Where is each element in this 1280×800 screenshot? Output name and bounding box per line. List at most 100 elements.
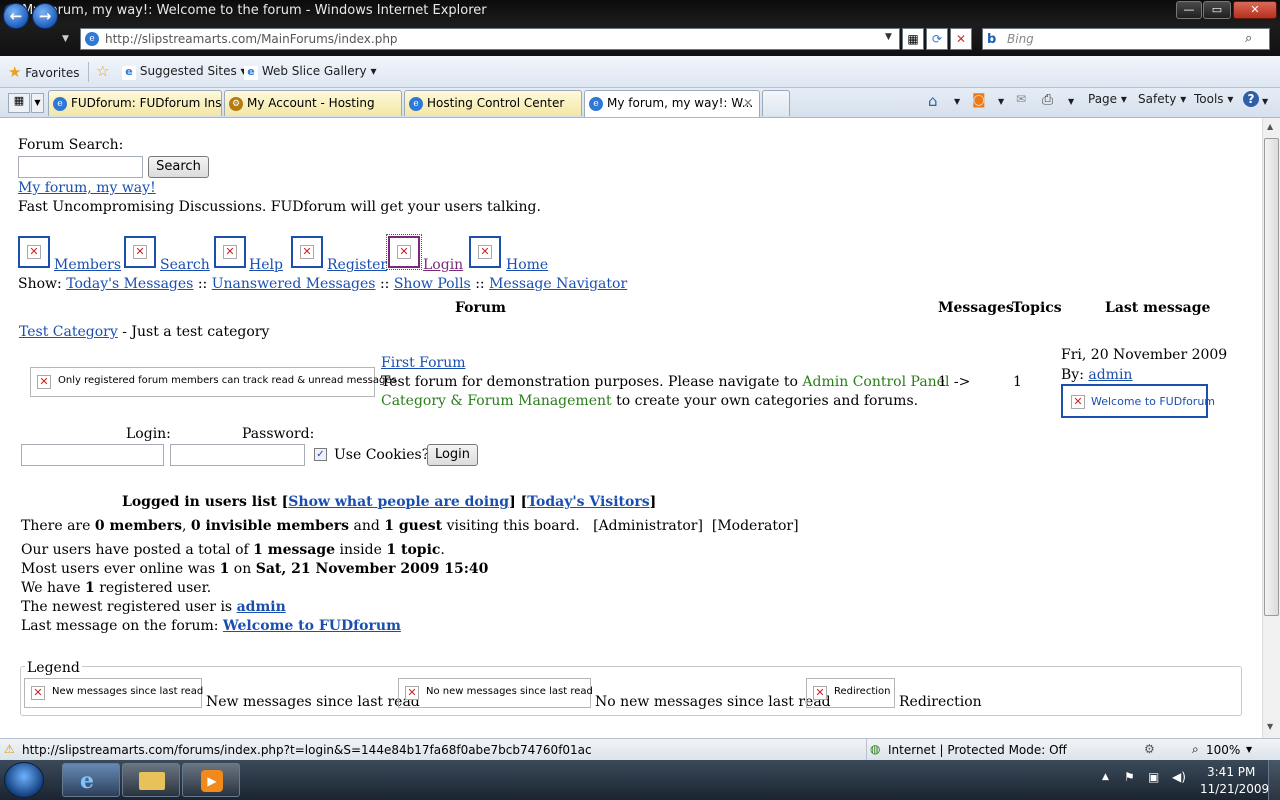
read-mail-icon[interactable]: ✉ <box>1016 92 1026 106</box>
members-icon[interactable]: ✕ <box>18 236 50 268</box>
search-icon[interactable]: ⌕ <box>1245 31 1252 46</box>
text: Last message on the forum: <box>21 618 219 634</box>
password-input[interactable] <box>170 444 305 466</box>
tools-menu[interactable]: Tools ▾ <box>1194 92 1233 106</box>
help-nav-icon[interactable]: ✕ <box>214 236 246 268</box>
forum-desc-text: to create your own categories and forums… <box>616 393 919 409</box>
nav-home-link[interactable]: Home <box>506 257 548 273</box>
print-dropdown-icon[interactable]: ▼ <box>1068 97 1074 106</box>
address-bar[interactable]: e http://slipstreamarts.com/MainForums/i… <box>80 28 900 50</box>
login-icon[interactable]: ✕ <box>386 234 422 270</box>
nav-search-link[interactable]: Search <box>160 257 210 273</box>
scroll-up-icon[interactable]: ▲ <box>1267 122 1273 131</box>
last-forum-message-link[interactable]: Welcome to FUDforum <box>223 618 401 634</box>
forum-search-input[interactable] <box>18 156 143 178</box>
nav-help-link[interactable]: Help <box>249 257 283 273</box>
action-center-flag-icon[interactable]: ⚑ <box>1124 770 1135 784</box>
web-slice-gallery-link[interactable]: e Web Slice Gallery ▾ <box>244 64 376 80</box>
home-nav-icon[interactable]: ✕ <box>469 236 501 268</box>
category-description: - Just a test category <box>122 324 270 340</box>
tab-fudforum-install[interactable]: e FUDforum: FUDforum Inst... <box>48 90 222 116</box>
broken-image-icon: ✕ <box>300 245 314 259</box>
show-hidden-icons[interactable]: ▲ <box>1102 772 1109 782</box>
suggested-sites-label: Suggested Sites ▾ <box>139 64 247 78</box>
page-menu[interactable]: Page ▾ <box>1088 92 1127 106</box>
clock-time[interactable]: 3:41 PM <box>1207 765 1255 779</box>
help-icon[interactable]: ? <box>1243 91 1259 107</box>
home-dropdown-icon[interactable]: ▼ <box>954 97 960 106</box>
use-cookies-checkbox[interactable]: ✓ <box>314 448 327 461</box>
forward-button[interactable]: → <box>32 3 58 29</box>
nav-login-link[interactable]: Login <box>423 257 463 273</box>
unanswered-messages-link[interactable]: Unanswered Messages <box>212 276 376 292</box>
register-icon[interactable]: ✕ <box>291 236 323 268</box>
show-what-people-doing-link[interactable]: Show what people are doing <box>288 494 509 510</box>
login-button[interactable]: Login <box>427 444 478 466</box>
todays-visitors-link[interactable]: Today's Visitors <box>527 494 649 510</box>
close-tab-icon[interactable]: ✕ <box>743 96 753 110</box>
zoom-icon[interactable]: ⌕ <box>1192 742 1199 757</box>
safety-menu[interactable]: Safety ▾ <box>1138 92 1186 106</box>
clock-date[interactable]: 11/21/2009 <box>1200 782 1269 796</box>
last-message-user-link[interactable]: admin <box>1088 367 1132 383</box>
login-input[interactable] <box>21 444 164 466</box>
search-placeholder: Bing <box>1007 32 1034 46</box>
show-desktop-button[interactable] <box>1268 760 1280 800</box>
scroll-down-icon[interactable]: ▼ <box>1267 722 1273 731</box>
stop-icon[interactable]: ✕ <box>950 28 972 50</box>
suggested-sites-link[interactable]: e Suggested Sites ▾ <box>122 64 247 80</box>
text: Our users have posted a total of <box>21 542 249 558</box>
volume-icon[interactable]: ◀) <box>1172 770 1186 784</box>
home-icon[interactable]: ⌂ <box>928 92 938 110</box>
search-input[interactable]: b Bing ⌕ <box>982 28 1270 50</box>
add-favorite-icon[interactable]: ☆ <box>96 62 109 80</box>
feeds-dropdown-icon[interactable]: ▼ <box>998 97 1004 106</box>
compatibility-view-icon[interactable]: ▦ <box>902 28 924 50</box>
nav-members-link[interactable]: Members <box>54 257 121 273</box>
zoom-dropdown-icon[interactable]: ▼ <box>1246 745 1252 754</box>
recent-pages-dropdown-icon[interactable]: ▼ <box>62 34 69 44</box>
users-list-title: Logged in users list <box>122 494 277 510</box>
ie-page-icon: e <box>409 97 423 111</box>
address-url: http://slipstreamarts.com/MainForums/ind… <box>105 32 398 46</box>
new-tab-button[interactable] <box>762 90 790 116</box>
tab-hosting-control-center[interactable]: e Hosting Control Center <box>404 90 582 116</box>
tab-list-dropdown-icon[interactable]: ▼ <box>31 93 44 113</box>
maximize-button[interactable]: ▭ <box>1203 1 1231 19</box>
scrollbar-thumb[interactable] <box>1264 138 1279 616</box>
tab-my-account-hosting[interactable]: ⚙ My Account - Hosting <box>224 90 402 116</box>
favorites-button[interactable]: ★ Favorites <box>8 63 80 81</box>
refresh-icon[interactable]: ⟳ <box>926 28 948 50</box>
nav-register-link[interactable]: Register <box>327 257 387 273</box>
help-dropdown-icon[interactable]: ▼ <box>1262 97 1268 106</box>
category-link[interactable]: Test Category <box>19 324 118 340</box>
minimize-button[interactable]: — <box>1176 1 1202 19</box>
address-dropdown-icon[interactable]: ▼ <box>885 32 892 42</box>
network-icon[interactable]: ▣ <box>1148 770 1159 784</box>
forum-name-link[interactable]: First Forum <box>381 355 466 371</box>
newest-user-link[interactable]: admin <box>237 599 286 615</box>
todays-messages-link[interactable]: Today's Messages <box>66 276 193 292</box>
close-button[interactable]: ✕ <box>1233 1 1277 19</box>
vertical-scrollbar[interactable]: ▲ ▼ <box>1262 118 1280 738</box>
last-message-title-link[interactable]: ✕ Welcome to FUDforum <box>1061 384 1215 418</box>
print-icon[interactable]: ⎙ <box>1042 92 1053 108</box>
protected-mode-icon[interactable]: ⚙ <box>1144 742 1155 756</box>
header-topics: Topics <box>1012 300 1062 316</box>
search-nav-icon[interactable]: ✕ <box>124 236 156 268</box>
taskbar-explorer-button[interactable] <box>122 763 180 797</box>
taskbar-media-player-button[interactable]: ▶ <box>182 763 240 797</box>
tab-my-forum-active[interactable]: e My forum, my way!: W... ✕ <box>584 90 760 117</box>
message-navigator-link[interactable]: Message Navigator <box>489 276 627 292</box>
forum-topic-count: 1 <box>1013 374 1022 390</box>
start-button[interactable] <box>4 762 44 798</box>
zoom-level[interactable]: 100% <box>1206 743 1240 757</box>
taskbar-ie-button[interactable]: e <box>62 763 120 797</box>
feeds-icon[interactable]: ◙ <box>972 92 986 108</box>
quick-tabs-icon[interactable]: ▦ <box>8 93 30 113</box>
show-polls-link[interactable]: Show Polls <box>394 276 471 292</box>
back-button[interactable]: ← <box>3 3 29 29</box>
tab-label: Hosting Control Center <box>427 96 565 110</box>
site-name-link[interactable]: My forum, my way! <box>18 180 156 196</box>
forum-search-button[interactable]: Search <box>148 156 209 178</box>
